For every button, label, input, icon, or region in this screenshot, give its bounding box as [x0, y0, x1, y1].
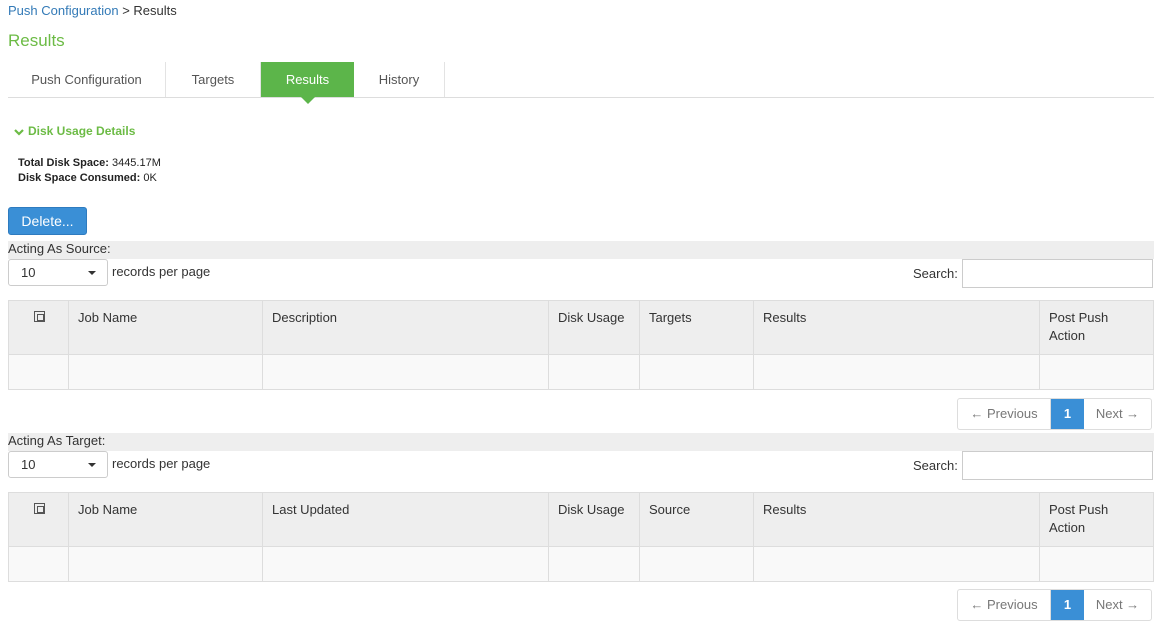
target-search-input[interactable]	[962, 451, 1153, 480]
source-col-post-push-action[interactable]: Post Push Action	[1040, 301, 1154, 355]
target-col-source[interactable]: Source	[640, 493, 754, 547]
total-disk-space-value: 3445.17M	[111, 157, 161, 169]
table-cell	[69, 547, 263, 581]
target-col-job-name[interactable]: Job Name	[69, 493, 263, 547]
target-table: Job Name Last Updated Disk Usage Source …	[8, 492, 1154, 582]
table-cell	[640, 547, 754, 581]
source-search-input[interactable]	[962, 259, 1153, 288]
source-next-button[interactable]: Next →	[1084, 399, 1151, 429]
source-section-bar: Acting As Source:	[8, 241, 1154, 259]
target-page-1-button[interactable]: 1	[1051, 590, 1084, 620]
select-all-checkbox[interactable]	[34, 503, 45, 514]
table-cell	[9, 355, 69, 389]
target-next-button[interactable]: Next →	[1084, 590, 1151, 620]
source-select-all-cell	[9, 301, 69, 355]
tab-targets[interactable]: Targets	[166, 62, 261, 97]
table-cell	[263, 355, 549, 389]
select-all-checkbox[interactable]	[34, 311, 45, 322]
table-cell	[263, 547, 549, 581]
table-cell	[754, 355, 1040, 389]
breadcrumb-separator: >	[118, 3, 134, 18]
table-cell	[754, 547, 1040, 581]
target-table-header: Job Name Last Updated Disk Usage Source …	[9, 493, 1153, 547]
source-col-results[interactable]: Results	[754, 301, 1040, 355]
breadcrumb: Push Configuration > Results	[8, 3, 177, 18]
source-table: Job Name Description Disk Usage Targets …	[8, 300, 1154, 390]
target-records-per-page-label: records per page	[112, 456, 211, 471]
source-previous-button[interactable]: ← Previous	[958, 399, 1051, 429]
table-cell	[549, 355, 640, 389]
tab-bar: Push Configuration Targets Results Histo…	[8, 62, 1154, 104]
breadcrumb-current: Results	[133, 3, 177, 18]
disk-space-consumed-label: Disk Space Consumed:	[18, 172, 141, 184]
source-col-job-name[interactable]: Job Name	[69, 301, 263, 355]
source-pagination: ← Previous 1 Next →	[957, 398, 1152, 430]
source-section-title: Acting As Source:	[8, 241, 111, 256]
chevron-down-icon	[14, 129, 24, 136]
target-col-last-updated[interactable]: Last Updated	[263, 493, 549, 547]
disk-space-consumed: Disk Space Consumed: 0K	[18, 172, 157, 184]
tab-push-configuration[interactable]: Push Configuration	[8, 62, 166, 97]
page-title: Results	[8, 31, 65, 50]
table-cell	[69, 355, 263, 389]
total-disk-space-label: Total Disk Space:	[18, 157, 109, 169]
source-page-size-value: 10	[21, 265, 36, 280]
target-pagination: ← Previous 1 Next →	[957, 589, 1152, 621]
tab-results[interactable]: Results	[261, 62, 354, 104]
source-col-targets[interactable]: Targets	[640, 301, 754, 355]
target-section-title: Acting As Target:	[8, 433, 106, 448]
disk-usage-header: Disk Usage Details	[28, 124, 136, 138]
tab-history[interactable]: History	[354, 62, 445, 97]
target-select-all-cell	[9, 493, 69, 547]
target-previous-button[interactable]: ← Previous	[958, 590, 1051, 620]
source-records-per-page-label: records per page	[112, 264, 211, 279]
target-page-size-select[interactable]: 10	[8, 451, 108, 478]
disk-usage-toggle[interactable]: Disk Usage Details	[14, 124, 135, 138]
target-col-post-push-action[interactable]: Post Push Action	[1040, 493, 1154, 547]
caret-down-icon	[88, 463, 96, 467]
disk-space-consumed-value: 0K	[143, 172, 157, 184]
source-search-label: Search:	[913, 266, 958, 281]
target-col-disk-usage[interactable]: Disk Usage	[549, 493, 640, 547]
table-cell	[549, 547, 640, 581]
target-col-results[interactable]: Results	[754, 493, 1040, 547]
delete-button[interactable]: Delete...	[8, 207, 87, 235]
source-col-disk-usage[interactable]: Disk Usage	[549, 301, 640, 355]
target-section-bar: Acting As Target:	[8, 433, 1154, 451]
target-page-size-value: 10	[21, 457, 36, 472]
source-table-header: Job Name Description Disk Usage Targets …	[9, 301, 1153, 355]
table-cell	[9, 547, 69, 581]
source-page-1-button[interactable]: 1	[1051, 399, 1084, 429]
source-col-description[interactable]: Description	[263, 301, 549, 355]
total-disk-space: Total Disk Space: 3445.17M	[18, 157, 161, 169]
source-page-size-select[interactable]: 10	[8, 259, 108, 286]
target-search-label: Search:	[913, 458, 958, 473]
breadcrumb-link-push-configuration[interactable]: Push Configuration	[8, 3, 119, 18]
target-table-row	[9, 547, 1153, 581]
table-cell	[640, 355, 754, 389]
source-table-row	[9, 355, 1153, 389]
caret-down-icon	[88, 271, 96, 275]
